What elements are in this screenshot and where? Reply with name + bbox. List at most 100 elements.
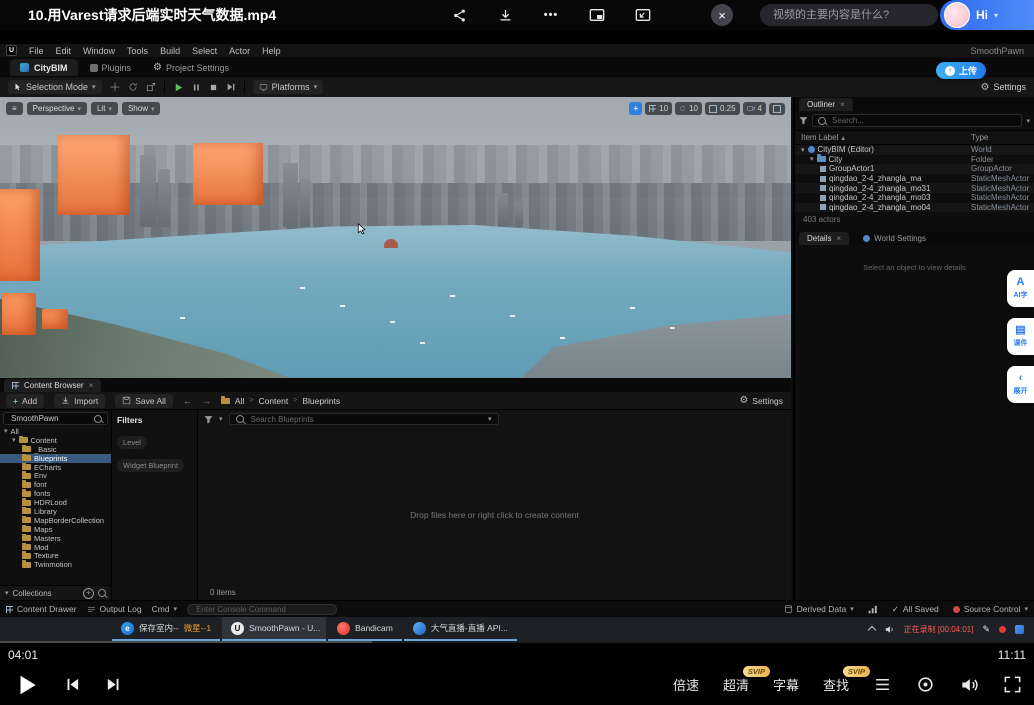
expand-caret-icon[interactable]: ▾ bbox=[801, 146, 805, 154]
column-item-label[interactable]: Item Label bbox=[801, 133, 838, 142]
progress-bar[interactable] bbox=[0, 641, 1034, 643]
tree-item[interactable]: Texture bbox=[0, 551, 111, 560]
menu-item-window[interactable]: Window bbox=[83, 46, 115, 56]
perspective-dropdown[interactable]: Perspective ▾ bbox=[27, 102, 87, 115]
tree-item[interactable]: _Basic bbox=[0, 445, 111, 454]
tree-item[interactable]: MapBorderCollection bbox=[0, 516, 111, 525]
find-button[interactable]: 查找 SVIP bbox=[823, 675, 849, 694]
taskbar-item-api-doc[interactable]: 大气直播-直播 API... bbox=[404, 617, 517, 641]
import-button[interactable]: Import bbox=[54, 394, 105, 408]
search-icon[interactable] bbox=[98, 589, 106, 597]
play-in-editor-icon[interactable] bbox=[173, 82, 184, 93]
rotation-snap-toggle[interactable]: 10 bbox=[675, 102, 702, 115]
record-target-icon[interactable] bbox=[916, 675, 935, 694]
derived-data-button[interactable]: Derived Data ▾ bbox=[784, 604, 854, 614]
pip-icon[interactable] bbox=[588, 6, 606, 24]
console-command-box[interactable] bbox=[187, 604, 337, 615]
selection-mode-dropdown[interactable]: Selection Mode ▾ bbox=[8, 80, 102, 94]
tab-details[interactable]: Details × bbox=[799, 232, 849, 245]
add-collection-icon[interactable]: + bbox=[83, 588, 94, 599]
menu-item-edit[interactable]: Edit bbox=[56, 46, 72, 56]
show-dropdown[interactable]: Show ▾ bbox=[122, 102, 161, 115]
scale-tool-icon[interactable] bbox=[146, 82, 156, 92]
menu-item-help[interactable]: Help bbox=[262, 46, 281, 56]
playlist-icon[interactable] bbox=[873, 675, 892, 694]
pause-icon[interactable] bbox=[192, 83, 201, 92]
maximize-viewport-icon[interactable] bbox=[769, 103, 785, 115]
close-icon[interactable]: × bbox=[840, 100, 845, 109]
output-log-button[interactable]: Output Log bbox=[87, 604, 142, 614]
share-icon[interactable] bbox=[450, 6, 468, 24]
next-button[interactable] bbox=[105, 676, 122, 693]
speed-button[interactable]: 倍速 bbox=[673, 675, 699, 694]
outliner-search-input[interactable] bbox=[830, 115, 1016, 126]
camera-speed-button[interactable]: 4 bbox=[743, 102, 766, 115]
upload-button[interactable]: ↑ 上传 bbox=[936, 62, 986, 79]
back-icon[interactable]: ← bbox=[183, 396, 192, 406]
taskbar-item-unreal[interactable]: U SmoothPawn - U... bbox=[222, 617, 326, 641]
subtitle-button[interactable]: 字幕 bbox=[773, 675, 799, 694]
asset-search-box[interactable]: ▾ bbox=[229, 413, 499, 425]
all-saved-button[interactable]: ✓ All Saved bbox=[892, 604, 939, 615]
menu-item-actor[interactable]: Actor bbox=[229, 46, 250, 56]
source-control-button[interactable]: Source Control ▾ bbox=[953, 604, 1028, 614]
tab-world-settings[interactable]: World Settings bbox=[853, 232, 936, 245]
menu-item-file[interactable]: File bbox=[29, 46, 44, 56]
ai-question-box[interactable] bbox=[760, 4, 938, 26]
breadcrumb-all[interactable]: All bbox=[235, 396, 244, 406]
save-all-button[interactable]: Save All bbox=[115, 394, 173, 408]
asset-search-input[interactable] bbox=[249, 414, 483, 425]
viewport[interactable]: ≡ Perspective ▾ Lit ▾ Show ▾ + 10 bbox=[0, 97, 791, 378]
fullscreen-icon[interactable] bbox=[1003, 675, 1022, 694]
tree-item[interactable]: ECharts bbox=[0, 463, 111, 472]
outliner-search-box[interactable] bbox=[812, 114, 1022, 127]
viewport-options-icon[interactable]: ≡ bbox=[6, 102, 23, 115]
platforms-dropdown[interactable]: Platforms ▾ bbox=[253, 80, 324, 94]
tab-content-browser[interactable]: Content Browser × bbox=[4, 379, 101, 392]
more-icon[interactable]: ••• bbox=[542, 6, 560, 24]
stop-icon[interactable] bbox=[209, 83, 218, 92]
tree-item[interactable]: fonts bbox=[0, 489, 111, 498]
editor-settings-button[interactable]: ⚙ Settings bbox=[981, 82, 1027, 93]
ai-subtitle-tool[interactable]: A AI字 bbox=[1007, 270, 1034, 307]
download-icon[interactable] bbox=[496, 6, 514, 24]
outliner-row[interactable]: GroupActor1 GroupActor bbox=[795, 164, 1034, 174]
scale-snap-toggle[interactable]: 0.25 bbox=[705, 102, 740, 115]
filter-icon[interactable] bbox=[204, 415, 213, 424]
tree-item[interactable]: Library bbox=[0, 507, 111, 516]
user-menu[interactable]: Hi ▾ bbox=[940, 0, 1034, 30]
outliner-row[interactable]: qingdao_2-4_zhangla_mo04 StaticMeshActor bbox=[795, 203, 1034, 213]
column-type[interactable]: Type bbox=[971, 133, 988, 142]
tab-project-settings[interactable]: ⚙ Project Settings bbox=[143, 59, 239, 76]
asset-view[interactable]: ▾ ▾ Drop files here or right click to cr… bbox=[198, 410, 791, 600]
content-drawer-button[interactable]: Content Drawer bbox=[6, 604, 77, 614]
close-icon[interactable]: × bbox=[89, 381, 94, 390]
volume-icon[interactable] bbox=[959, 675, 979, 695]
expand-caret-icon[interactable]: ▾ bbox=[810, 155, 814, 163]
move-tool-icon[interactable] bbox=[110, 82, 120, 92]
tree-item[interactable]: Maps bbox=[0, 525, 111, 534]
transform-gizmo-icon[interactable]: + bbox=[629, 102, 642, 115]
menu-item-select[interactable]: Select bbox=[192, 46, 217, 56]
skip-frame-icon[interactable] bbox=[226, 82, 236, 92]
filter-level[interactable]: Level bbox=[117, 436, 147, 449]
tree-item-blueprints[interactable]: Blueprints bbox=[0, 454, 111, 463]
tree-item[interactable]: HDRLood bbox=[0, 498, 111, 507]
pencil-icon[interactable]: ✎ bbox=[982, 624, 990, 635]
breadcrumb-content[interactable]: Content bbox=[258, 396, 288, 406]
rotate-tool-icon[interactable] bbox=[128, 82, 138, 92]
outliner-row[interactable]: qingdao_2-4_zhangla_ma StaticMeshActor bbox=[795, 174, 1034, 184]
ai-question-input[interactable] bbox=[771, 8, 927, 22]
tray-expand-icon[interactable] bbox=[867, 626, 875, 634]
expand-panel-tool[interactable]: ‹ 展开 bbox=[1007, 366, 1034, 403]
console-command-input[interactable] bbox=[194, 604, 330, 615]
forward-icon[interactable]: → bbox=[202, 396, 211, 406]
content-browser-settings-button[interactable]: ⚙ Settings bbox=[739, 395, 783, 406]
tree-item-all[interactable]: ▾All bbox=[0, 427, 111, 436]
tab-outliner[interactable]: Outliner × bbox=[799, 98, 853, 111]
tree-item[interactable]: Mod bbox=[0, 543, 111, 552]
tree-item[interactable]: Masters bbox=[0, 534, 111, 543]
outliner-settings-icon[interactable]: ▾ bbox=[1026, 117, 1030, 125]
previous-button[interactable] bbox=[64, 676, 81, 693]
outliner-row[interactable]: ▾ City Folder bbox=[795, 155, 1034, 165]
